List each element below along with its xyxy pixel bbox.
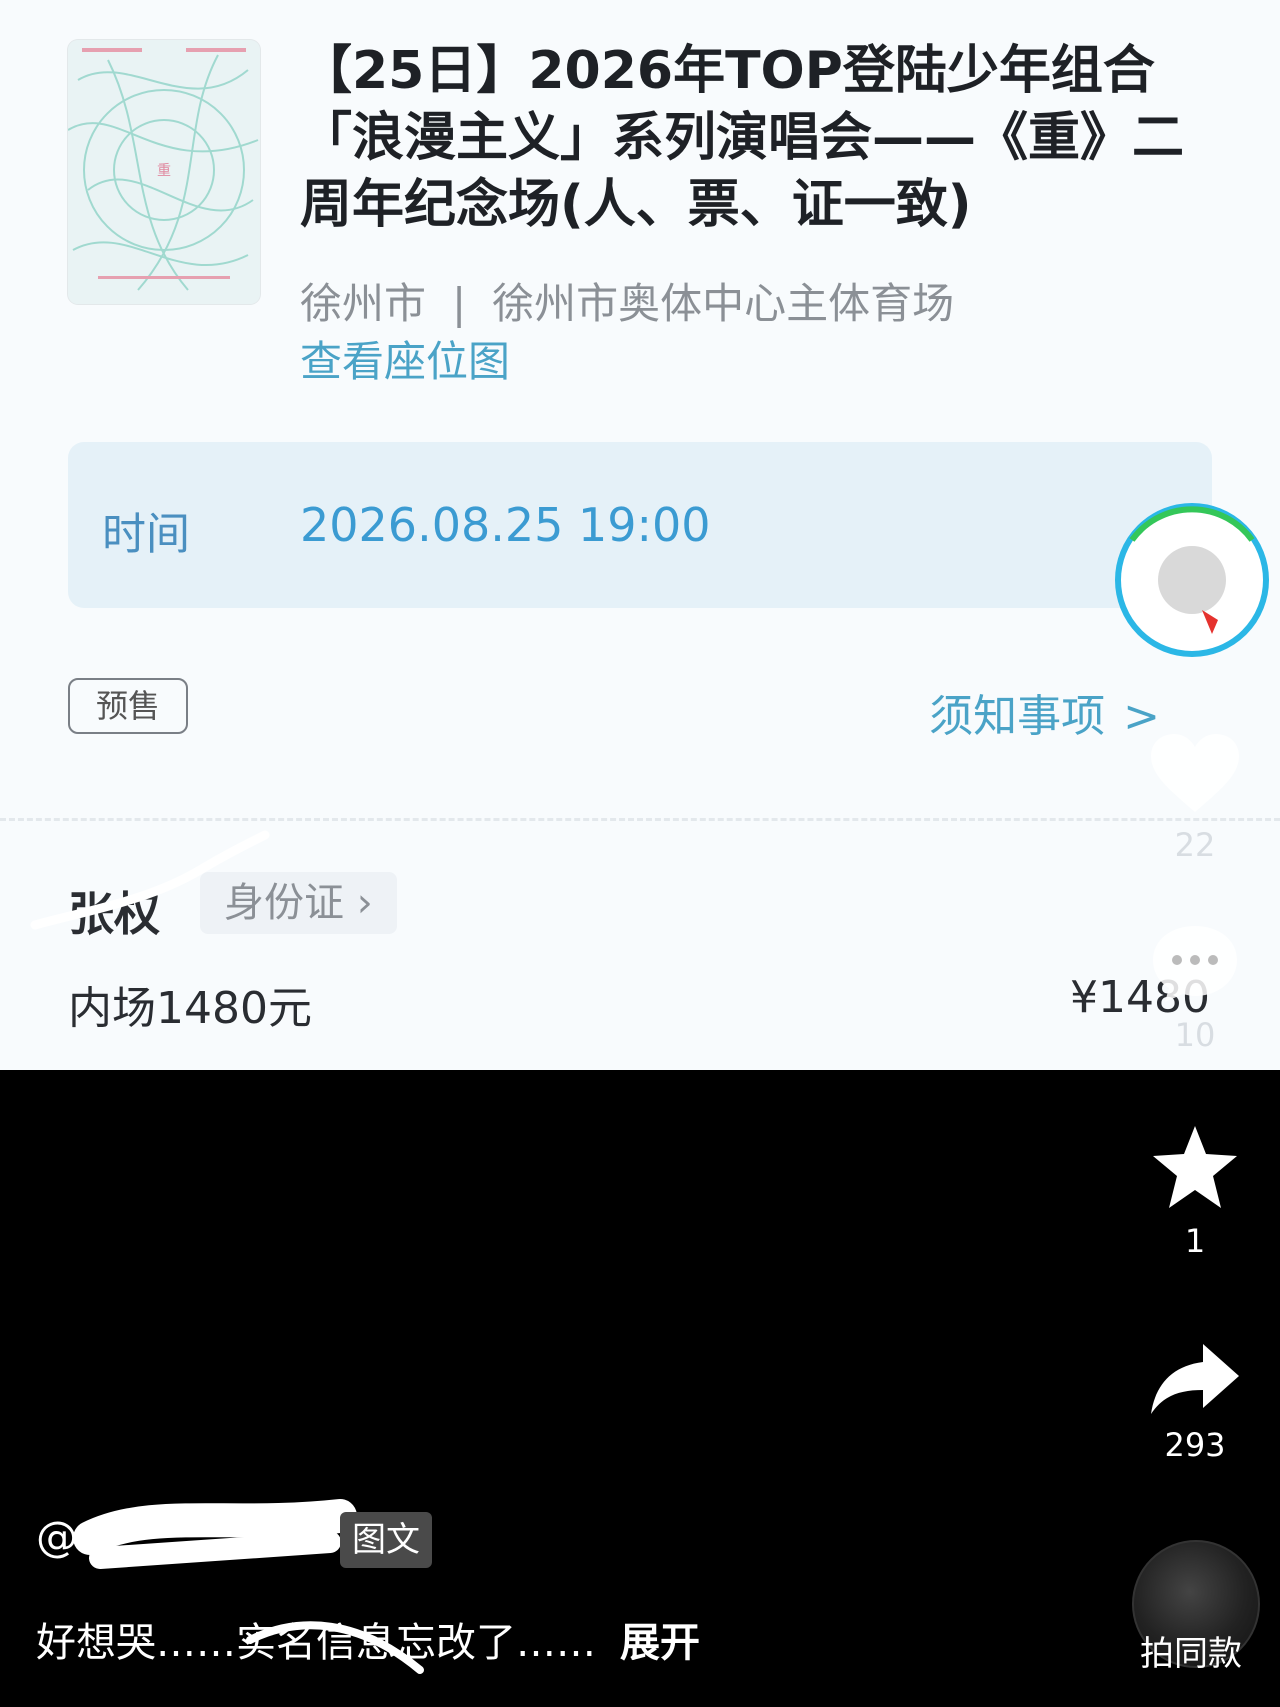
time-box: 时间 2026.08.25 19:00 bbox=[68, 442, 1212, 608]
like-count: 22 bbox=[1174, 826, 1216, 864]
svg-text:重: 重 bbox=[157, 163, 171, 179]
venue-city: 徐州市 bbox=[300, 279, 427, 328]
chevron-right-icon: › bbox=[356, 880, 373, 926]
author-name: @ bbox=[36, 1512, 78, 1561]
share-count: 293 bbox=[1164, 1426, 1226, 1464]
music-disc-icon[interactable] bbox=[1112, 500, 1272, 660]
venue-line: 徐州市 | 徐州市奥体中心主体育场 bbox=[300, 270, 954, 331]
star-icon bbox=[1153, 1126, 1237, 1208]
comment-count: 10 bbox=[1174, 1016, 1216, 1054]
ticket-holder-name: 张权 bbox=[68, 887, 160, 941]
share-action[interactable]: 293 bbox=[1125, 1340, 1265, 1464]
presale-badge: 预售 bbox=[68, 678, 188, 734]
time-label: 时间 bbox=[102, 509, 190, 560]
like-action[interactable]: 22 bbox=[1125, 730, 1265, 864]
post-type-badge: 图文 bbox=[340, 1512, 432, 1568]
notice-link-label: 须知事项 bbox=[929, 691, 1106, 742]
ticket-card: 重 【25日】2026年TOP登陆少年组合「浪漫主义」系列演唱会——《重》二周年… bbox=[0, 0, 1280, 1070]
id-type-label: 身份证 bbox=[224, 880, 344, 926]
share-arrow-icon bbox=[1151, 1344, 1239, 1414]
ticket-tier: 内场1480元 bbox=[68, 983, 312, 1034]
ticket-divider bbox=[0, 818, 1280, 821]
author-redaction bbox=[73, 1499, 357, 1569]
post-caption: 好想哭……实名信息忘改了…… 展开 bbox=[36, 1610, 700, 1668]
caption-text: 好想哭……实名信息忘改了…… bbox=[36, 1620, 596, 1666]
comment-action[interactable]: 10 bbox=[1125, 920, 1265, 1054]
id-type-selector[interactable]: 身份证 › bbox=[200, 872, 397, 934]
venue-name: 徐州市奥体中心主体育场 bbox=[492, 279, 955, 328]
favorite-action[interactable]: 1 bbox=[1125, 1122, 1265, 1260]
poster-art: 重 bbox=[68, 40, 260, 304]
favorite-count: 1 bbox=[1184, 1222, 1206, 1260]
seat-map-link[interactable]: 查看座位图 bbox=[300, 328, 510, 389]
event-title: 【25日】2026年TOP登陆少年组合「浪漫主义」系列演唱会——《重》二周年纪念… bbox=[300, 41, 1185, 235]
same-style-label[interactable]: 拍同款 bbox=[1140, 1626, 1242, 1675]
time-value: 2026.08.25 19:00 bbox=[300, 498, 711, 552]
expand-button[interactable]: 展开 bbox=[620, 1620, 700, 1666]
author-handle[interactable]: @ bbox=[36, 1512, 78, 1561]
venue-separator: | bbox=[452, 279, 467, 328]
event-poster[interactable]: 重 bbox=[68, 40, 260, 304]
heart-icon bbox=[1151, 734, 1239, 812]
comment-icon bbox=[1153, 926, 1237, 1002]
